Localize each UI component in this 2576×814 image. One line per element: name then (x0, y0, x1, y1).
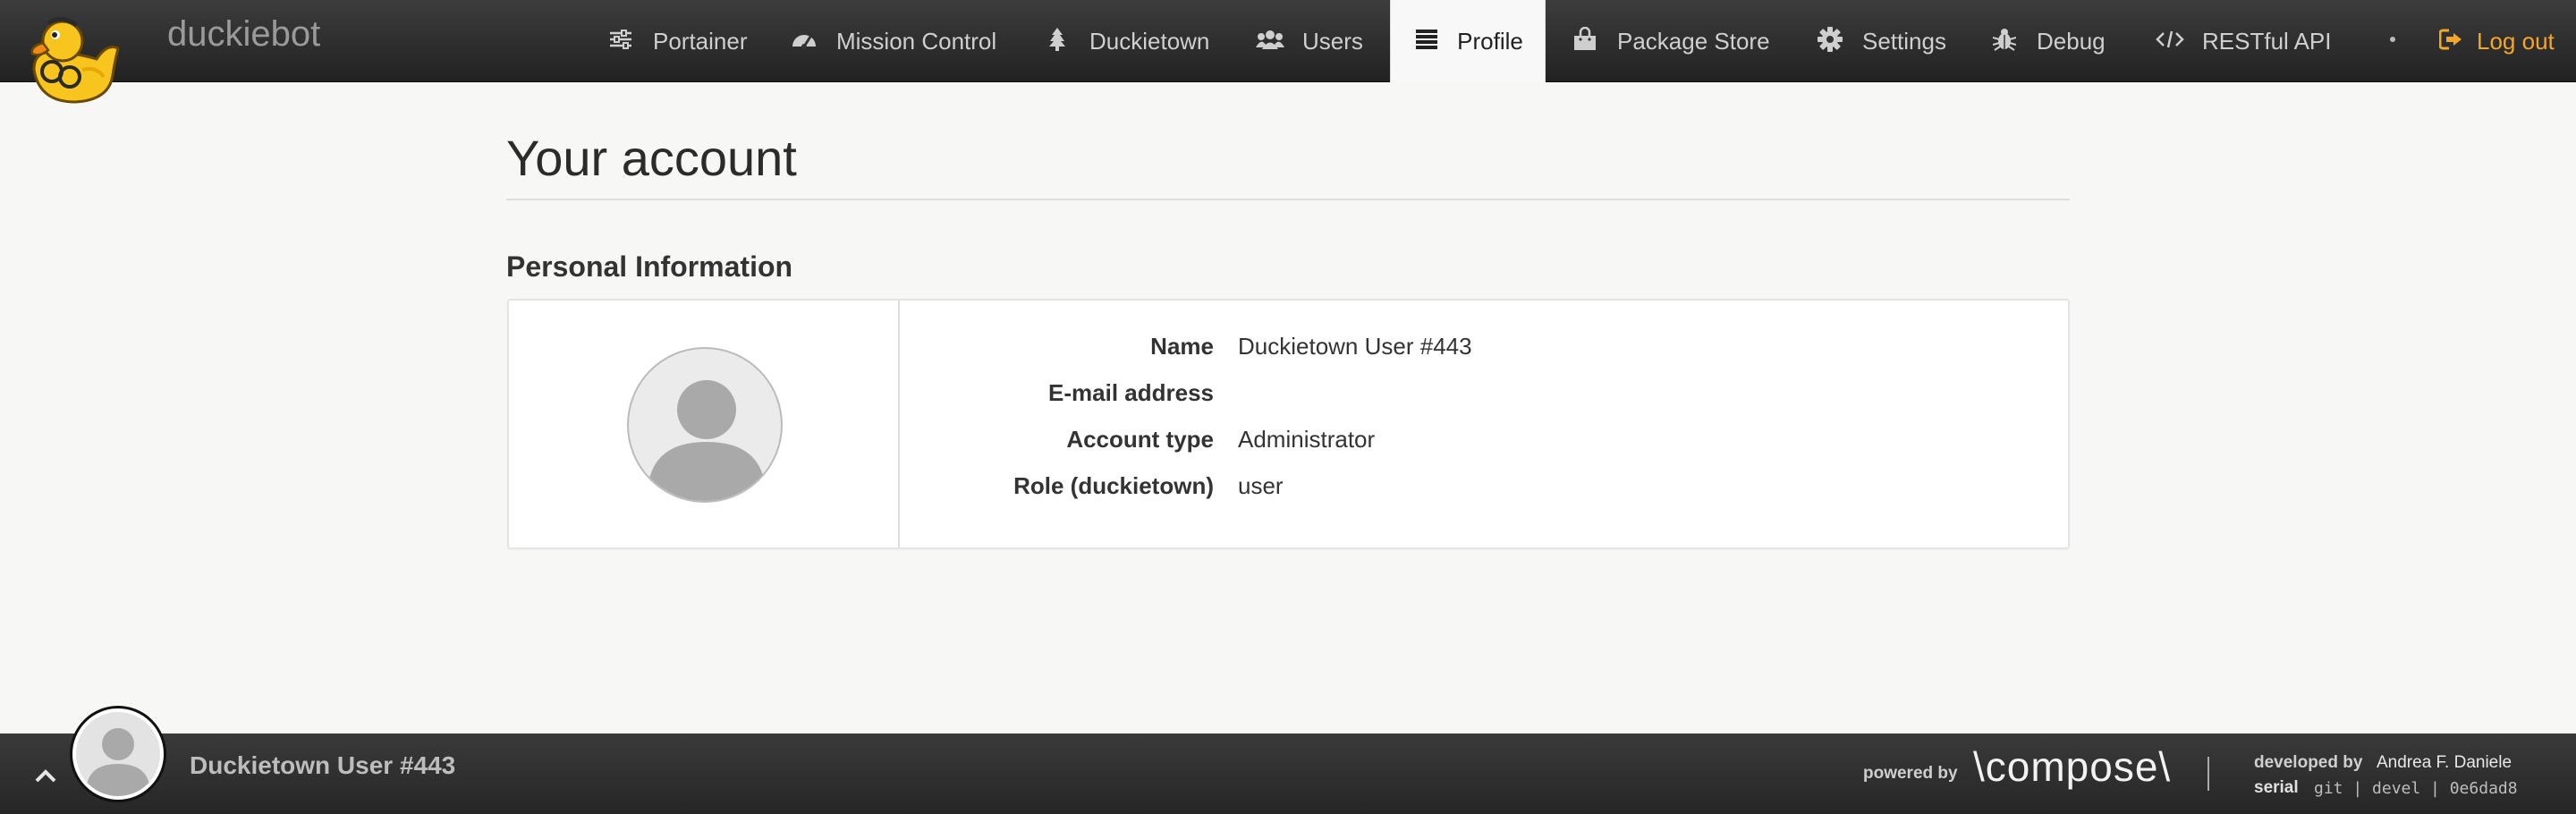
dashboard-icon (790, 29, 818, 54)
bug-icon (1990, 27, 2019, 55)
profile-row-account-type: Account type Administrator (902, 426, 2065, 462)
profile-row-role: Role (duckietown) user (902, 472, 2065, 508)
nav-item-restful-api[interactable]: RESTful API (2156, 0, 2332, 82)
personal-info-panel: Name Duckietown User #443 E-mail address… (507, 299, 2070, 549)
section-title: Personal Information (506, 250, 793, 283)
developer-name: Andrea F. Daniele (2377, 753, 2512, 772)
chevron-up-icon[interactable] (34, 760, 57, 791)
shopping-bag-icon (1571, 26, 1599, 55)
footer-divider (2207, 757, 2209, 791)
nav-separator-dot (2390, 37, 2395, 42)
nav-label: Portainer (653, 27, 748, 55)
nav-label: Debug (2037, 27, 2106, 55)
profile-row-email: E-mail address (902, 379, 2065, 415)
footer-avatar[interactable] (70, 706, 166, 802)
nav-label: Duckietown (1089, 27, 1210, 55)
footer-bar: Duckietown User #443 powered by \compose… (0, 706, 2576, 814)
logout-label: Log out (2477, 27, 2555, 55)
nav-label: Users (1302, 27, 1363, 55)
users-icon (1256, 29, 1284, 54)
field-value: user (1238, 472, 1284, 499)
nav-item-package-store[interactable]: Package Store (1571, 0, 1770, 82)
field-label: Account type (1066, 426, 1214, 453)
nav-label: Profile (1457, 27, 1523, 55)
top-navbar: duckiebot Portainer Mission Control Duck… (0, 0, 2576, 82)
nav-label: RESTful API (2202, 27, 2332, 55)
tree-icon (1043, 27, 1072, 55)
nav-label: Settings (1862, 27, 1946, 55)
nav-item-users[interactable]: Users (1256, 0, 1363, 82)
list-icon (1412, 29, 1441, 54)
brand-name[interactable]: duckiebot (167, 14, 320, 55)
nav-item-profile[interactable]: Profile (1390, 0, 1546, 82)
duck-logo-icon[interactable] (25, 7, 131, 113)
field-label: Role (duckietown) (1013, 472, 1214, 499)
title-divider (506, 199, 2070, 200)
logout-button[interactable]: Log out (2437, 0, 2555, 82)
footer-username: Duckietown User #443 (190, 751, 456, 779)
field-value: Duckietown User #443 (1238, 333, 1472, 360)
field-value: Administrator (1238, 426, 1376, 453)
nav-label: Mission Control (836, 27, 997, 55)
field-label: E-mail address (1048, 379, 1214, 406)
field-label: Name (1150, 333, 1214, 360)
sliders-icon (606, 30, 635, 53)
nav-item-mission-control[interactable]: Mission Control (790, 0, 996, 82)
nav-label: Package Store (1617, 27, 1770, 55)
sign-out-icon (2437, 29, 2466, 54)
page-title: Your account (506, 130, 797, 186)
avatar-column (509, 301, 900, 547)
code-icon (2156, 29, 2184, 54)
nav-item-settings[interactable]: Settings (1816, 0, 1946, 82)
nav-item-duckietown[interactable]: Duckietown (1043, 0, 1209, 82)
serial-label: serial (2254, 778, 2299, 797)
avatar-icon (76, 712, 160, 796)
compose-logo[interactable]: \compose\ (1973, 742, 2171, 791)
gear-icon (1816, 27, 1844, 55)
nav-item-debug[interactable]: Debug (1990, 0, 2106, 82)
powered-by-label: powered by (1863, 764, 1958, 783)
developed-by-label: developed by (2254, 753, 2363, 772)
nav-item-portainer[interactable]: Portainer (606, 0, 748, 82)
avatar (627, 347, 783, 503)
profile-row-name: Name Duckietown User #443 (902, 333, 2065, 369)
serial-value: git | devel | 0e6dad8 (2314, 779, 2518, 798)
